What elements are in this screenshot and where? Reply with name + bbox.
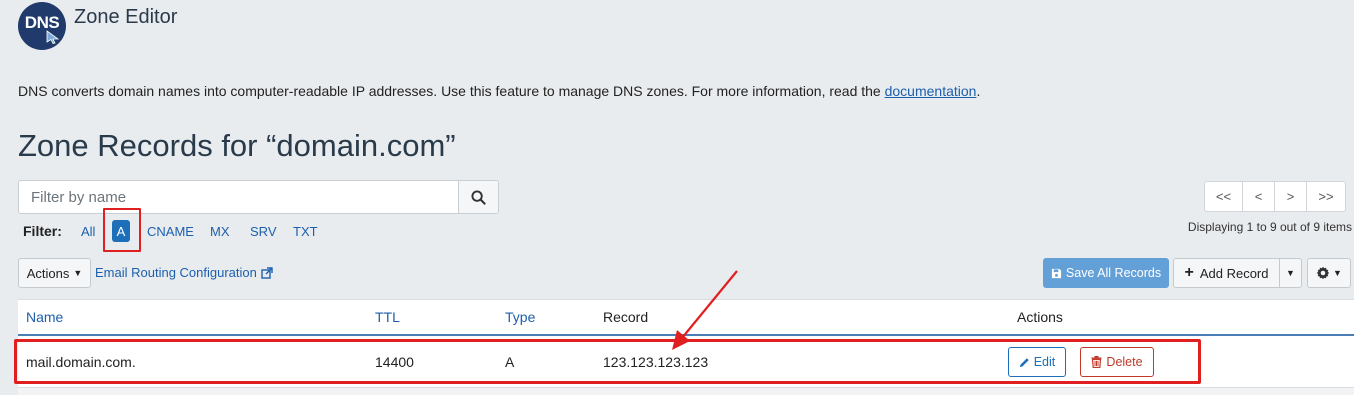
app-title: Zone Editor [74,6,178,28]
documentation-link[interactable]: documentation [885,83,977,99]
column-header-actions: Actions [1017,309,1063,325]
search-icon [471,189,486,205]
description-suffix: . [976,83,981,99]
add-record-label: Add Record [1199,265,1269,281]
search-box [18,180,499,214]
caret-down-icon: ▼ [73,268,83,278]
pagination: << < > >> [1204,181,1346,212]
add-record-button[interactable]: + Add Record [1173,258,1280,288]
gear-icon [1316,266,1330,280]
search-input[interactable] [19,181,458,213]
display-count: Displaying 1 to 9 out of 9 items [1187,220,1352,234]
first-page-button[interactable]: << [1204,181,1243,212]
settings-dropdown-button[interactable]: ▼ [1307,258,1351,288]
column-header-name[interactable]: Name [26,309,63,325]
column-header-record: Record [603,309,649,325]
column-header-ttl[interactable]: TTL [375,309,400,325]
page-title: Zone Records for “domain.com” [18,128,456,163]
prev-page-button[interactable]: < [1242,181,1275,212]
description: DNS converts domain names into computer-… [18,83,980,99]
filter-txt[interactable]: TXT [293,224,318,239]
filter-cname[interactable]: CNAME [147,224,194,239]
save-icon [1051,268,1061,278]
add-record-group: + Add Record ▼ [1173,258,1302,288]
search-button[interactable] [458,181,498,213]
annotation-box-filter [103,208,141,252]
actions-dropdown-button[interactable]: Actions ▼ [18,258,91,288]
plus-icon: + [1184,264,1194,281]
next-page-button[interactable]: > [1274,181,1307,212]
save-all-records-button[interactable]: Save All Records [1043,258,1169,288]
last-page-button[interactable]: >> [1306,181,1346,212]
dns-logo-icon: DNS [18,2,66,50]
table-row-next [18,388,1354,395]
description-text: DNS converts domain names into computer-… [18,83,885,99]
save-all-label: Save All Records [1065,266,1162,280]
column-header-type[interactable]: Type [505,309,535,325]
filter-mx[interactable]: MX [210,224,230,239]
filter-all[interactable]: All [81,224,95,239]
filter-label: Filter: [23,223,62,239]
pointer-icon [46,30,60,44]
external-link-icon [261,266,273,279]
annotation-arrow-icon [672,270,738,350]
add-record-dropdown-button[interactable]: ▼ [1279,258,1302,288]
caret-down-icon: ▼ [1286,268,1295,278]
filter-srv[interactable]: SRV [250,224,277,239]
actions-label: Actions [26,265,70,281]
email-routing-label: Email Routing Configuration [95,265,257,280]
annotation-box-row [14,339,1201,384]
email-routing-link[interactable]: Email Routing Configuration [95,265,273,280]
caret-down-icon: ▼ [1333,268,1342,278]
